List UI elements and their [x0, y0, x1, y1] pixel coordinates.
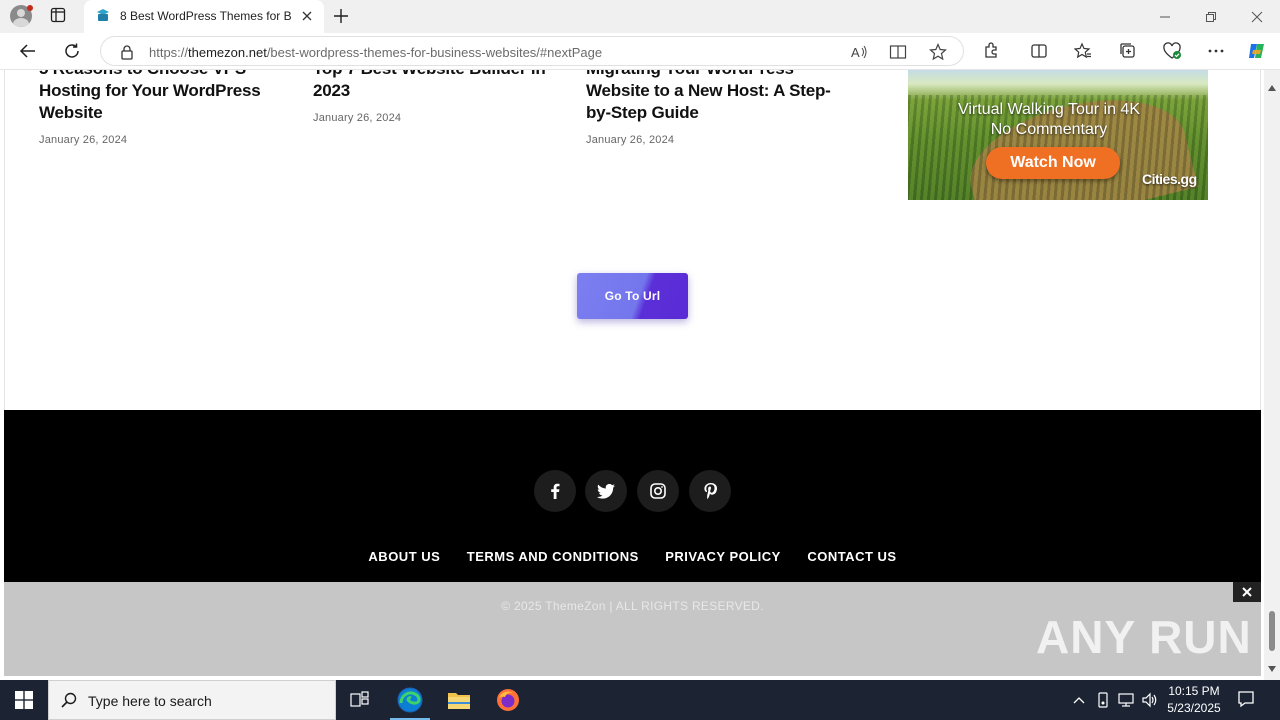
twitter-icon[interactable] [585, 470, 627, 512]
device-icon[interactable] [1094, 690, 1112, 710]
footer-links: ABOUT US TERMS AND CONDITIONS PRIVACY PO… [4, 548, 1261, 566]
post-title-line: Hosting for Your WordPress [39, 81, 261, 100]
url-host: themezon.net [188, 45, 267, 60]
page-border-right [1260, 70, 1261, 410]
collections-icon[interactable] [1118, 41, 1138, 61]
clock-date: 5/23/2025 [1167, 701, 1221, 715]
address-bar[interactable]: https://themezon.net/best-wordpress-them… [100, 36, 964, 66]
browser-essentials-icon[interactable] [1162, 41, 1182, 61]
post-title-line: Website to a New Host: A Step- [586, 81, 831, 100]
lock-icon[interactable] [120, 44, 134, 65]
show-hidden-icons-icon[interactable] [1070, 690, 1088, 710]
immersive-reader-icon[interactable] [889, 43, 907, 61]
post-title[interactable]: Top 7 Best Website Builder in 2023 [313, 70, 563, 102]
facebook-icon[interactable] [534, 470, 576, 512]
scrollbar-thumb[interactable] [1269, 611, 1275, 651]
post-title-line: Website [39, 103, 103, 122]
search-icon [61, 692, 77, 713]
task-view-icon[interactable] [336, 680, 384, 720]
close-window-icon[interactable] [1234, 0, 1280, 33]
contact-us-link[interactable]: CONTACT US [807, 549, 896, 564]
url-path: /best-wordpress-themes-for-business-webs… [266, 45, 603, 60]
network-icon[interactable] [1117, 690, 1135, 710]
anyrun-watermark: ANY RUN [1036, 610, 1252, 664]
related-post-3[interactable]: Migrating Your WordPress Website to a Ne… [586, 70, 856, 146]
tab-close-icon[interactable] [300, 9, 314, 23]
active-tab[interactable]: 8 Best WordPress Themes for Bus [84, 0, 324, 33]
related-post-2[interactable]: Top 7 Best Website Builder in 2023 Janua… [313, 70, 563, 124]
notification-center-icon[interactable] [1237, 690, 1255, 713]
back-icon[interactable] [18, 41, 38, 61]
svg-text:A: A [851, 45, 860, 60]
ad-brand-logo: Cities.gg [1142, 171, 1197, 187]
taskbar-search-box[interactable]: Type here to search [48, 680, 336, 720]
refresh-icon[interactable] [62, 41, 82, 61]
terms-link[interactable]: TERMS AND CONDITIONS [467, 549, 639, 564]
about-us-link[interactable]: ABOUT US [368, 549, 440, 564]
file-explorer-icon[interactable] [435, 680, 483, 720]
favorite-star-icon[interactable] [929, 43, 947, 61]
page-scrollbar[interactable] [1264, 70, 1280, 680]
tab-title: 8 Best WordPress Themes for Bus [120, 9, 292, 23]
close-overlay-icon[interactable] [1233, 582, 1261, 602]
post-title-line: 2023 [313, 81, 351, 100]
extensions-icon[interactable] [981, 41, 1001, 61]
restore-icon[interactable] [1188, 0, 1234, 33]
browser-toolbar: https://themezon.net/best-wordpress-them… [0, 33, 1280, 70]
profile-notification-dot [27, 5, 33, 11]
pinterest-icon[interactable] [689, 470, 731, 512]
post-date: January 26, 2024 [39, 134, 128, 146]
scroll-down-icon[interactable] [1268, 659, 1276, 677]
ad-headline: Virtual Walking Tour in 4K [957, 101, 1140, 118]
url-text[interactable]: https://themezon.net/best-wordpress-them… [149, 45, 602, 60]
split-screen-icon[interactable] [1029, 41, 1049, 61]
minimize-icon[interactable] [1142, 0, 1188, 33]
copilot-icon[interactable] [1247, 41, 1267, 61]
scroll-up-icon[interactable] [1268, 78, 1276, 96]
site-favicon-icon [95, 9, 111, 23]
search-placeholder: Type here to search [88, 693, 212, 709]
tab-actions-icon[interactable] [50, 7, 70, 25]
post-title-line: Top 7 Best Website Builder in [313, 70, 563, 80]
related-post-1[interactable]: 5 Reasons to Choose VPS Hosting for Your… [39, 70, 289, 146]
windows-taskbar: Type here to search 10:15 PM 5/23/2025 [0, 680, 1280, 720]
watch-now-button[interactable]: Watch Now [986, 147, 1120, 179]
video-ad-banner[interactable]: Virtual Walking Tour in 4K No Commentary… [908, 70, 1208, 200]
site-footer: ABOUT US TERMS AND CONDITIONS PRIVACY PO… [4, 410, 1261, 582]
post-title-line: 5 Reasons to Choose VPS [39, 70, 289, 80]
post-date: January 26, 2024 [586, 134, 675, 146]
edge-taskbar-icon[interactable] [386, 680, 434, 720]
windows-start-icon[interactable] [0, 680, 48, 720]
clock-time: 10:15 PM [1168, 684, 1220, 698]
post-title[interactable]: Migrating Your WordPress Website to a Ne… [586, 70, 856, 124]
post-date: January 26, 2024 [313, 112, 402, 124]
browser-tab-bar: 8 Best WordPress Themes for Bus [0, 0, 1280, 33]
read-aloud-icon[interactable]: A [850, 43, 868, 61]
post-title[interactable]: 5 Reasons to Choose VPS Hosting for Your… [39, 70, 289, 124]
firefox-icon[interactable] [484, 680, 532, 720]
instagram-icon[interactable] [637, 470, 679, 512]
system-clock[interactable]: 10:15 PM 5/23/2025 [1160, 683, 1228, 717]
privacy-policy-link[interactable]: PRIVACY POLICY [665, 549, 781, 564]
post-title-line: by-Step Guide [586, 103, 699, 122]
post-title-line: Migrating Your WordPress [586, 70, 856, 80]
new-tab-icon[interactable] [332, 7, 350, 25]
watermark-text: ANY RUN [1036, 611, 1252, 663]
favorites-icon[interactable] [1073, 41, 1093, 61]
more-options-icon[interactable] [1206, 41, 1226, 61]
page-viewport: 5 Reasons to Choose VPS Hosting for Your… [0, 70, 1264, 680]
ad-subheadline: No Commentary [990, 121, 1108, 138]
page-border-left [4, 70, 5, 410]
volume-icon[interactable] [1141, 690, 1159, 710]
go-to-url-button[interactable]: Go To Url [577, 273, 688, 319]
url-prefix: https:// [149, 45, 189, 60]
